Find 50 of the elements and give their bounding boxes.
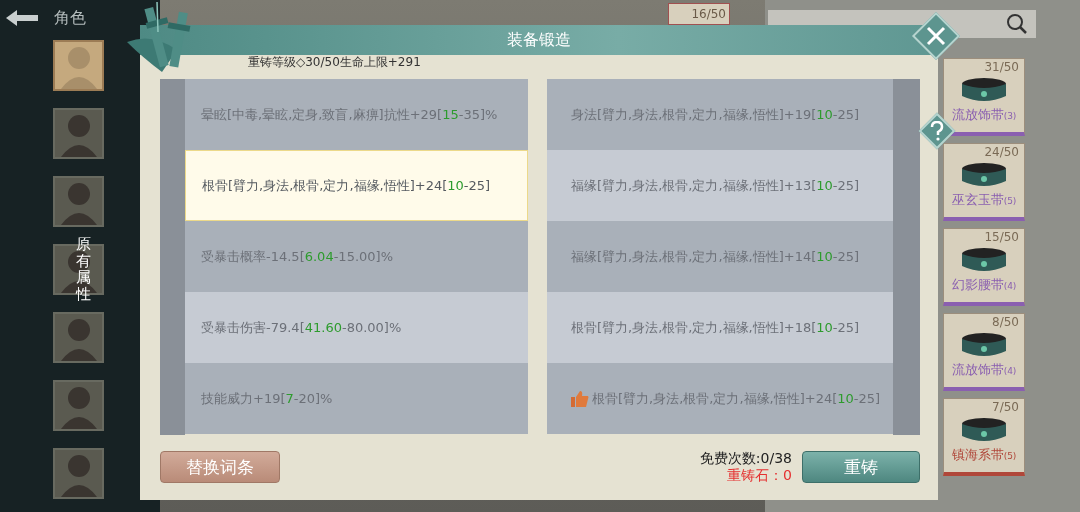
attribute-text: 受暴击概率-14.5[6.04-15.00]% (201, 247, 393, 266)
overlay-label: 原有属性 (76, 236, 91, 302)
item-name: 镇海系带(5) (951, 446, 1017, 464)
attribute-option[interactable]: 受暴击伤害-79.4[41.60-80.00]% (185, 292, 528, 363)
item-count: 31/50 (984, 60, 1019, 74)
item-count: 8/50 (992, 315, 1019, 329)
attribute-option[interactable]: 根骨[臂力,身法,根骨,定力,福缘,悟性]+24[10-25] (547, 363, 893, 434)
item-name: 流放饰带(3) (951, 106, 1017, 124)
item-card[interactable]: 8/50 流放饰带(4) (943, 313, 1025, 391)
attribute-text: 根骨[臂力,身法,根骨,定力,福缘,悟性]+24[10-25] (592, 389, 881, 408)
item-card[interactable]: 7/50 镇海系带(5) (943, 398, 1025, 476)
attribute-option[interactable]: 身法[臂力,身法,根骨,定力,福缘,悟性]+19[10-25] (547, 79, 893, 150)
dialog-title: 装备锻造 (507, 29, 571, 51)
item-count: 7/50 (992, 400, 1019, 414)
reforge-button[interactable]: 重铸 (802, 451, 920, 483)
attribute-option[interactable]: 晕眩[中毒,晕眩,定身,致盲,麻痹]抗性+29[15-35]% (185, 79, 528, 150)
attribute-text: 福缘[臂力,身法,根骨,定力,福缘,悟性]+14[10-25] (571, 247, 860, 266)
item-card[interactable]: 24/50 巫玄玉带(5) (943, 143, 1025, 221)
attribute-option[interactable]: 福缘[臂力,身法,根骨,定力,福缘,悟性]+14[10-25] (547, 221, 893, 292)
reforge-level-text: 重铸等级◇30/50生命上限+291 (247, 55, 422, 71)
attribute-text: 受暴击伤害-79.4[41.60-80.00]% (201, 318, 402, 337)
back-arrow-icon (4, 8, 40, 28)
item-card[interactable]: 16/50 (668, 3, 730, 25)
item-card[interactable]: 31/50 流放饰带(3) (943, 58, 1025, 136)
help-icon (930, 121, 944, 141)
attribute-option[interactable]: 根骨[臂力,身法,根骨,定力,福缘,悟性]+18[10-25] (547, 292, 893, 363)
attribute-option[interactable]: 受暴击概率-14.5[6.04-15.00]% (185, 221, 528, 292)
item-count: 16/50 (691, 7, 726, 21)
attribute-option[interactable]: 根骨[臂力,身法,根骨,定力,福缘,悟性]+24[10-25] (185, 150, 528, 221)
replace-button[interactable]: 替换词条 (160, 451, 280, 483)
attribute-text: 根骨[臂力,身法,根骨,定力,福缘,悟性]+18[10-25] (571, 318, 860, 337)
search-icon (1006, 13, 1028, 35)
attribute-text: 身法[臂力,身法,根骨,定力,福缘,悟性]+19[10-25] (571, 105, 860, 124)
item-name: 幻影腰带(4) (951, 276, 1017, 294)
item-name: 巫玄玉带(5) (951, 191, 1017, 209)
attribute-text: 晕眩[中毒,晕眩,定身,致盲,麻痹]抗性+29[15-35]% (201, 105, 498, 124)
free-count-text: 免费次数:0/38 (699, 450, 792, 467)
attribute-text: 福缘[臂力,身法,根骨,定力,福缘,悟性]+13[10-25] (571, 176, 860, 195)
item-card[interactable]: 15/50 幻影腰带(4) (943, 228, 1025, 306)
attribute-option[interactable]: 技能威力+19[7-20]% (185, 363, 528, 434)
attribute-text: 技能威力+19[7-20]% (201, 389, 333, 408)
attribute-option[interactable]: 福缘[臂力,身法,根骨,定力,福缘,悟性]+13[10-25] (547, 150, 893, 221)
back-button[interactable] (4, 8, 40, 28)
stone-count-text: 重铸石：0 (727, 467, 792, 484)
attribute-text: 根骨[臂力,身法,根骨,定力,福缘,悟性]+24[10-25] (202, 176, 491, 195)
page-title: 角色 (54, 7, 86, 29)
item-name: 流放饰带(4) (951, 361, 1017, 379)
item-count: 24/50 (984, 145, 1019, 159)
item-count: 15/50 (984, 230, 1019, 244)
close-icon (925, 25, 947, 47)
